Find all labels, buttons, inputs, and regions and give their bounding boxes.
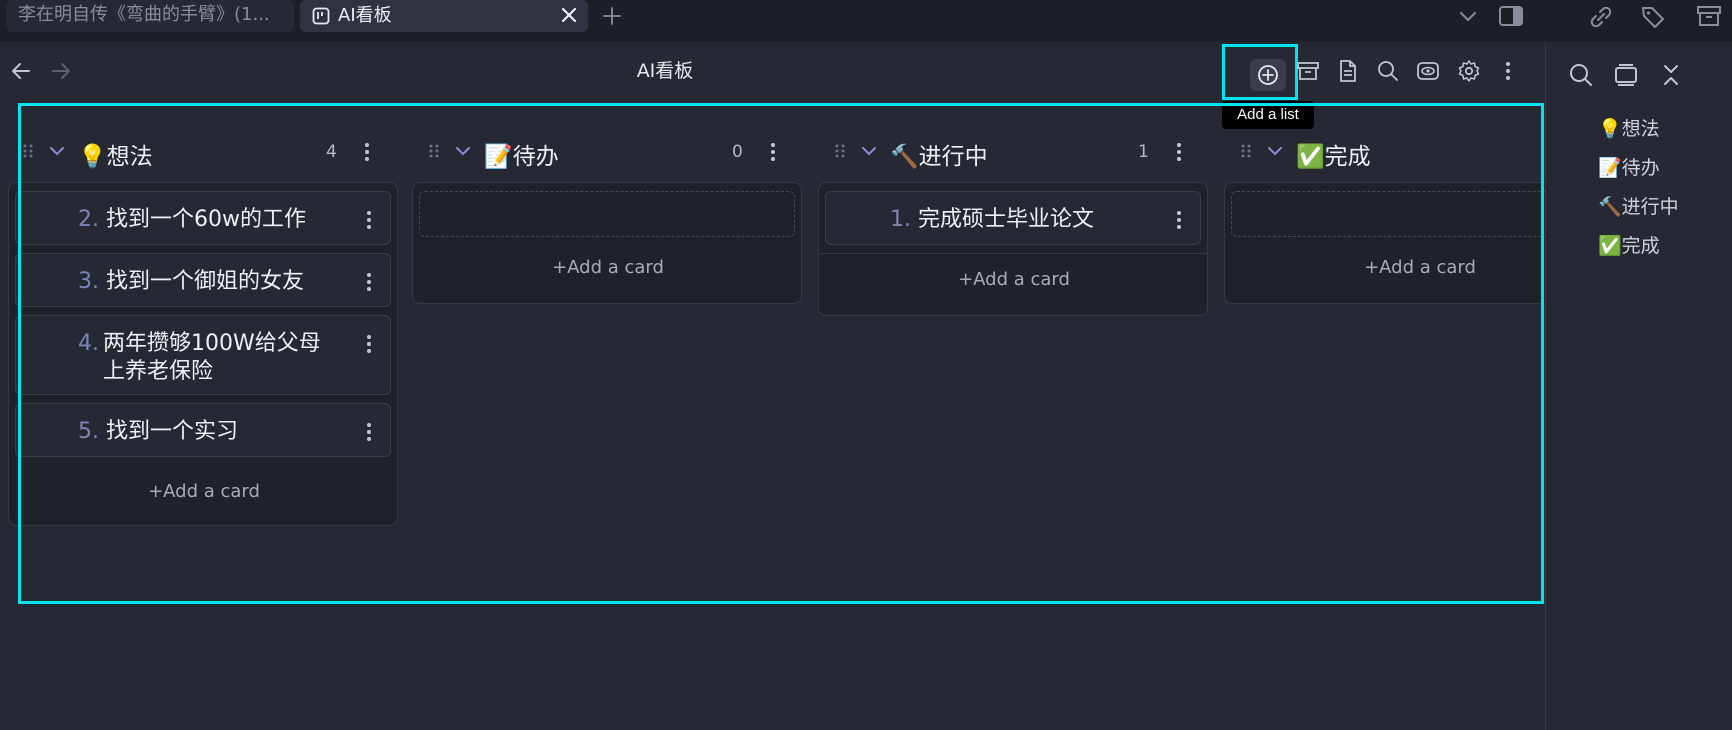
lane-count: 4	[326, 142, 337, 162]
lane-in-progress: 🔨进行中 1 1. 完成硕士毕业论文 +Add a card	[818, 110, 1208, 316]
drag-handle-icon[interactable]	[428, 143, 440, 159]
lane-header: 💡想法 4	[6, 110, 396, 190]
card-number: 4.	[78, 331, 99, 356]
add-card-button[interactable]: +Add a card	[413, 257, 803, 278]
lane-body: 2. 找到一个60w的工作 3. 找到一个御姐的女友 4. 两年攒够100W给父母…	[8, 182, 398, 526]
kanban-card[interactable]: 3. 找到一个御姐的女友	[15, 253, 391, 307]
chevron-down-icon[interactable]	[48, 143, 66, 159]
lane-done: ✅完成 +Add a card	[1224, 110, 1545, 304]
card-more-icon[interactable]	[364, 210, 374, 230]
card-more-icon[interactable]	[364, 422, 374, 442]
card-more-icon[interactable]	[1174, 210, 1184, 230]
card-text: 找到一个御姐的女友	[106, 269, 305, 294]
card-number: 3.	[78, 269, 99, 294]
lane-title[interactable]: 🔨进行中	[890, 137, 988, 171]
close-tab-icon[interactable]	[560, 6, 578, 24]
lane-body: +Add a card	[1224, 182, 1545, 304]
chevron-down-icon[interactable]	[1266, 143, 1284, 159]
collapse-icon[interactable]	[1659, 62, 1683, 88]
outline-item-in-progress[interactable]: 🔨进行中	[1598, 192, 1679, 219]
card-number: 5.	[78, 419, 99, 444]
card-text: 完成硕士毕业论文	[918, 207, 1095, 232]
forward-arrow-icon[interactable]	[50, 60, 72, 82]
view-header: AI看板	[0, 42, 1545, 100]
empty-card-dropzone	[1231, 191, 1545, 237]
view-title: AI看板	[636, 60, 694, 82]
archive-icon[interactable]	[1296, 59, 1320, 83]
lane-title[interactable]: 📝待办	[484, 137, 559, 171]
card-number: 1.	[890, 207, 911, 232]
lane-body: 1. 完成硕士毕业论文 +Add a card	[818, 182, 1208, 316]
add-card-button[interactable]: +Add a card	[819, 269, 1209, 290]
kanban-card[interactable]: 1. 完成硕士毕业论文	[825, 191, 1201, 245]
markdown-file-icon[interactable]	[1336, 59, 1360, 83]
outline-item-todo[interactable]: 📝待办	[1598, 153, 1660, 180]
add-list-button[interactable]	[1222, 44, 1298, 100]
add-card-button[interactable]: +Add a card	[9, 481, 399, 502]
lane-ideas: 💡想法 4 2. 找到一个60w的工作 3. 找到一个御姐的女友 4. 两年攒够1…	[6, 110, 398, 526]
lane-header: ✅完成	[1224, 110, 1545, 190]
kanban-board-icon	[312, 7, 330, 25]
lane-header: 📝待办 0	[412, 110, 802, 190]
card-text: 找到一个60w的工作	[106, 207, 306, 232]
lane-more-icon[interactable]	[1172, 141, 1186, 163]
search-icon[interactable]	[1376, 59, 1400, 83]
lane-title[interactable]: 💡想法	[78, 137, 153, 171]
tab-active-title: AI看板	[338, 5, 392, 26]
kanban-card[interactable]: 4. 两年攒够100W给父母上养老保险	[15, 315, 391, 395]
outline-item-ideas[interactable]: 💡想法	[1598, 114, 1660, 141]
tag-icon[interactable]	[1640, 4, 1666, 30]
outline-item-done[interactable]: ✅完成	[1598, 231, 1660, 258]
card-more-icon[interactable]	[364, 272, 374, 292]
lane-body: +Add a card	[412, 182, 802, 304]
lane-more-icon[interactable]	[360, 141, 374, 163]
chevron-down-icon[interactable]	[860, 143, 878, 159]
card-more-icon[interactable]	[364, 334, 374, 354]
kanban-board: 💡想法 4 2. 找到一个60w的工作 3. 找到一个御姐的女友 4. 两年攒够1…	[0, 110, 1545, 530]
tab-active-kanban[interactable]: AI看板	[300, 0, 588, 32]
empty-card-dropzone	[419, 191, 795, 237]
card-number: 2.	[78, 207, 99, 232]
lane-todo: 📝待办 0 +Add a card	[412, 110, 802, 304]
card-text: 两年攒够100W给父母上养老保险	[103, 331, 321, 384]
lane-header: 🔨进行中 1	[818, 110, 1208, 190]
kanban-card[interactable]: 5. 找到一个实习	[15, 403, 391, 457]
outline-icon[interactable]	[1613, 62, 1639, 88]
tab-inactive-title: 李在明自传《弯曲的手臂》(1...	[18, 4, 270, 25]
add-card-button[interactable]: +Add a card	[1225, 257, 1545, 278]
back-arrow-icon[interactable]	[10, 60, 32, 82]
archive-box-icon[interactable]	[1696, 4, 1722, 28]
new-tab-icon[interactable]	[600, 4, 624, 28]
drag-handle-icon[interactable]	[22, 143, 34, 159]
tab-inactive-document[interactable]: 李在明自传《弯曲的手臂》(1...	[6, 0, 294, 32]
add-list-icon	[1258, 65, 1278, 85]
more-vertical-icon[interactable]	[1496, 59, 1520, 83]
settings-gear-icon[interactable]	[1457, 59, 1481, 83]
card-text: 找到一个实习	[106, 419, 239, 444]
sidebar-toggle-icon[interactable]	[1498, 4, 1524, 28]
search-icon[interactable]	[1568, 62, 1594, 88]
lane-title[interactable]: ✅完成	[1296, 137, 1371, 171]
lane-more-icon[interactable]	[766, 141, 780, 163]
lane-count: 1	[1138, 142, 1149, 162]
kanban-card[interactable]: 2. 找到一个60w的工作	[15, 191, 391, 245]
chevron-down-icon[interactable]	[454, 143, 472, 159]
drag-handle-icon[interactable]	[1240, 143, 1252, 159]
drag-handle-icon[interactable]	[834, 143, 846, 159]
view-toggle-icon[interactable]	[1416, 59, 1440, 83]
chevron-down-icon[interactable]	[1456, 4, 1480, 28]
tab-bar: 李在明自传《弯曲的手臂》(1... AI看板	[0, 0, 1732, 42]
lane-count: 0	[732, 142, 743, 162]
outline-sidebar: 💡想法 📝待办 🔨进行中 ✅完成	[1545, 42, 1732, 730]
link-icon[interactable]	[1588, 4, 1614, 30]
